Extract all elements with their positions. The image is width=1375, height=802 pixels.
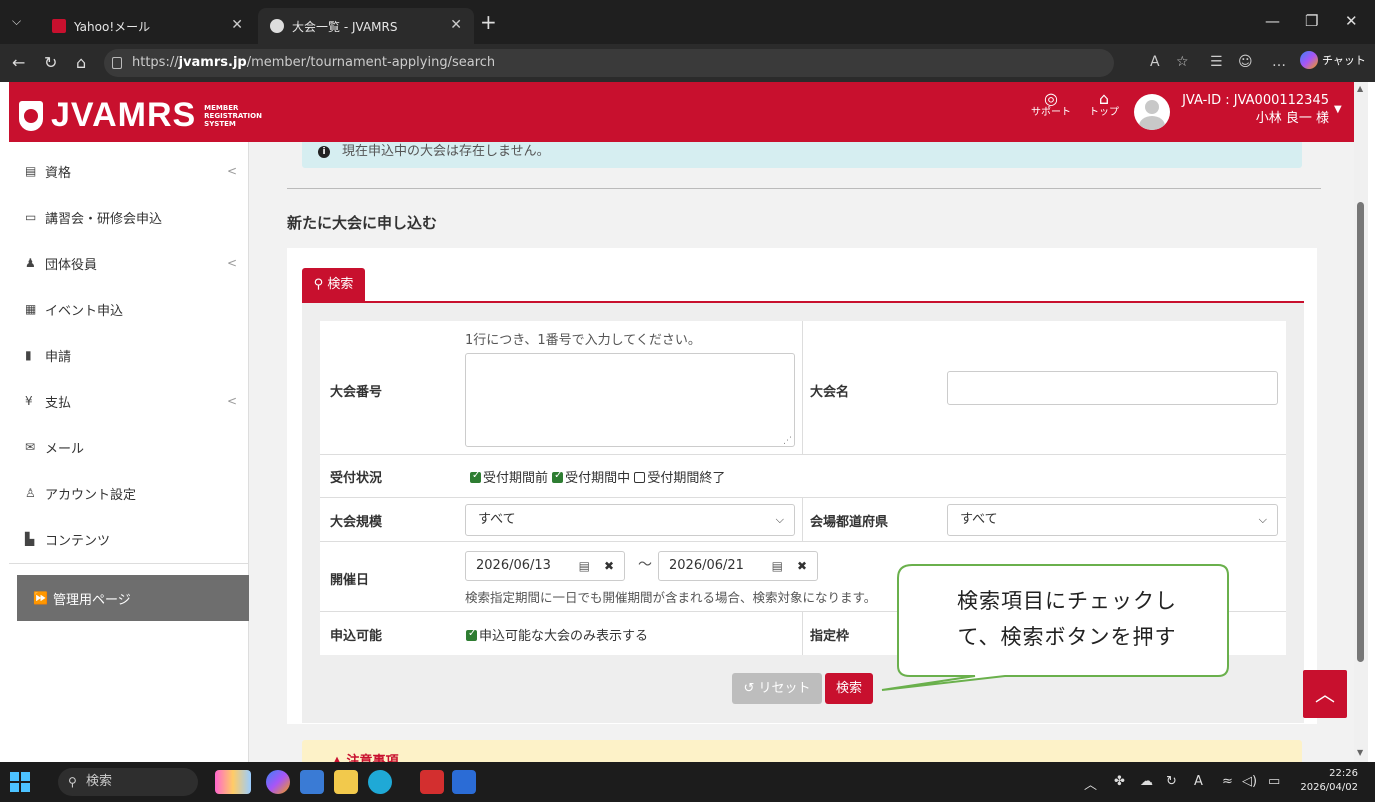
ime-icon[interactable]: A: [1194, 774, 1203, 789]
callout-line: て、検索ボタンを押す: [957, 625, 1177, 649]
clock-date: 2026/04/02: [1300, 782, 1358, 793]
callout-text: 検索項目にチェックし て、検索ボタンを押す: [906, 583, 1228, 655]
tray-chevron-up-icon[interactable]: ︿: [1084, 774, 1097, 793]
edge-browser-icon[interactable]: [368, 770, 392, 794]
pdf-reader-icon[interactable]: [420, 770, 444, 794]
search-icon: ⚲: [68, 775, 77, 789]
taskbar-clock[interactable]: 22:26 2026/04/02: [1298, 767, 1358, 795]
app-icon[interactable]: [300, 770, 324, 794]
copilot-icon[interactable]: [266, 770, 290, 794]
widgets-icon[interactable]: [215, 770, 251, 794]
word-icon[interactable]: [452, 770, 476, 794]
wifi-icon[interactable]: ≈: [1222, 774, 1233, 789]
battery-icon[interactable]: ▭: [1268, 774, 1280, 789]
volume-icon[interactable]: ◁): [1242, 774, 1257, 789]
clock-time: 22:26: [1329, 768, 1358, 779]
callout-shape: [881, 564, 1229, 691]
file-explorer-icon[interactable]: [334, 770, 358, 794]
taskbar-search-label: 検索: [86, 774, 113, 789]
windows-start-icon[interactable]: [10, 772, 30, 792]
taskbar-search[interactable]: ⚲ 検索: [58, 768, 198, 796]
onedrive-icon[interactable]: ☁: [1140, 774, 1153, 789]
tray-app-icon[interactable]: ✤: [1114, 774, 1125, 789]
windows-taskbar: ⚲ 検索 ︿ ✤ ☁ ↻ A ≈ ◁) ▭ 22:26 2026/04/02: [0, 762, 1375, 802]
tray-sync-icon[interactable]: ↻: [1166, 774, 1177, 789]
callout-line: 検索項目にチェックし: [957, 589, 1177, 613]
